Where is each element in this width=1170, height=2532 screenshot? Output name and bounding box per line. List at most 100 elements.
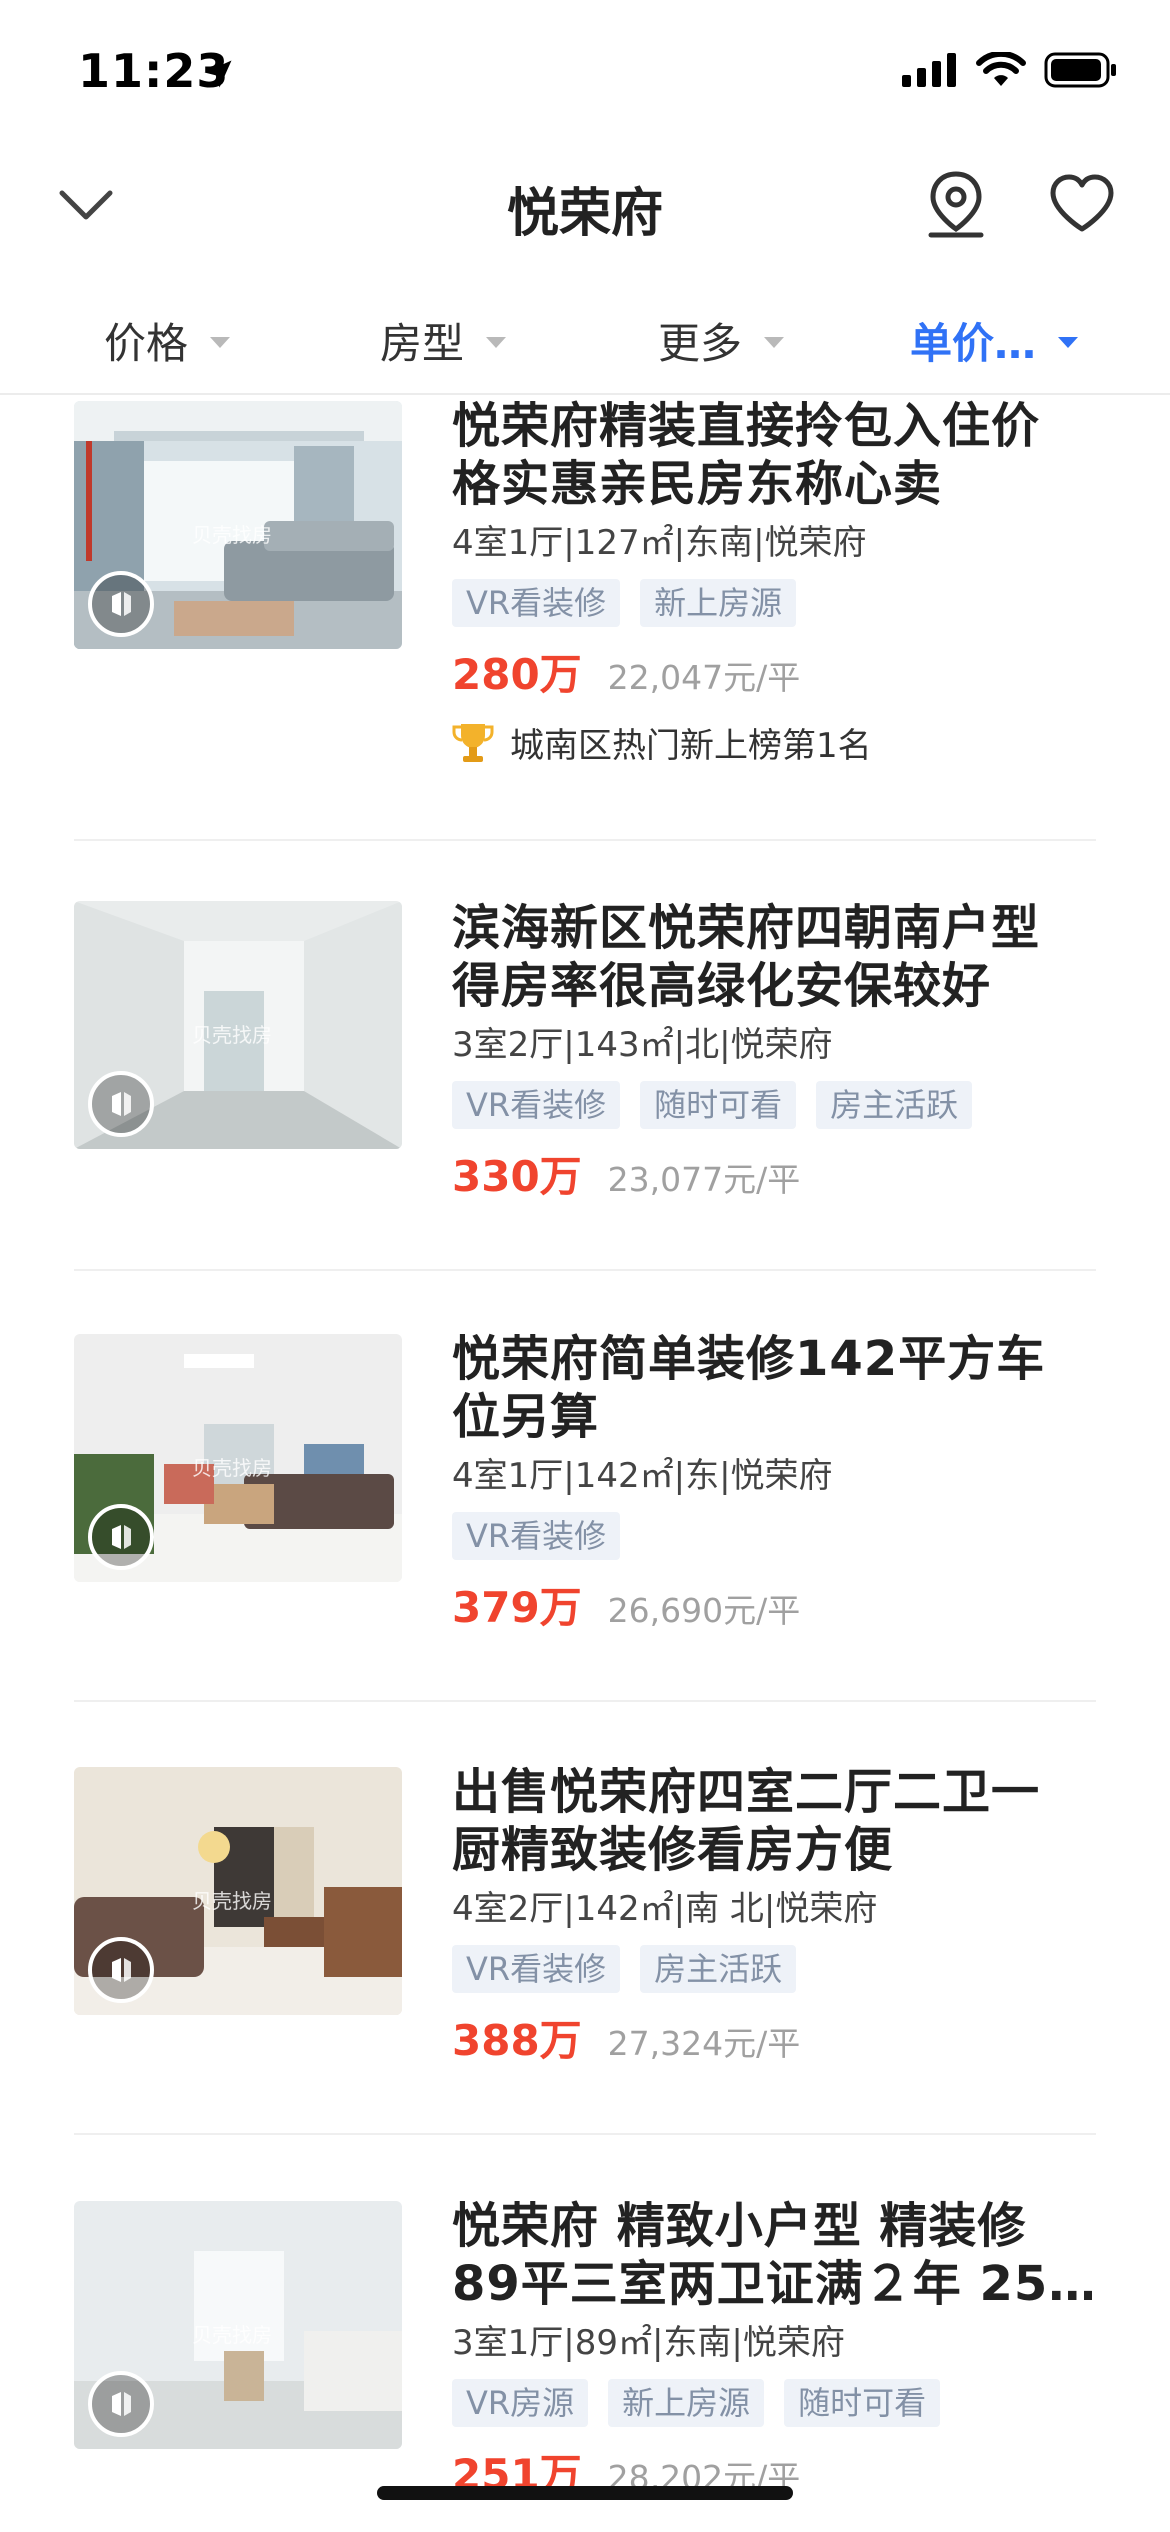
- tag: 随时可看: [640, 1081, 797, 1129]
- listing-tags: VR看装修 房主活跃: [452, 1945, 1092, 1993]
- signal-icon: [902, 53, 956, 87]
- status-indicators: [902, 52, 1118, 88]
- ranking-badge[interactable]: 城南区热门新上榜第1名: [452, 718, 1092, 767]
- listing-meta: 4室2厅|142㎡|南 北|悦荣府: [452, 1889, 878, 1929]
- filter-price[interactable]: 价格: [104, 310, 231, 371]
- listing-title[interactable]: 滨海新区悦荣府四朝南户型 得房率很高绿化安保较好: [452, 899, 1092, 1015]
- listing-meta: 3室1厅|89㎡|东南|悦荣府: [452, 2323, 845, 2363]
- dropdown-triangle-icon: [764, 337, 785, 348]
- listing-tags: VR房源 新上房源 随时可看: [452, 2379, 1092, 2427]
- total-price: 280万: [452, 650, 582, 699]
- map-pin-icon[interactable]: [925, 169, 987, 241]
- listing-tags: VR看装修 新上房源: [452, 579, 1092, 627]
- battery-icon: [1044, 52, 1116, 88]
- listing-info: 悦荣府简单装修142平方车 位另算 4室1厅|142㎡|东|悦荣府 VR看装修 …: [452, 1330, 1092, 1635]
- trophy-icon: [452, 723, 494, 762]
- vr-icon[interactable]: [88, 2371, 154, 2437]
- title-line: 滨海新区悦荣府四朝南户型: [452, 900, 1041, 956]
- watermark: 贝壳找房: [192, 1456, 272, 1480]
- filter-more[interactable]: 更多: [658, 310, 785, 371]
- unit-price: 26,690元/平: [607, 1591, 801, 1630]
- home-indicator[interactable]: [377, 2486, 793, 2500]
- tag: VR看装修: [452, 1081, 621, 1129]
- listing-info: 悦荣府精装直接拎包入住价 格实惠亲民房东称心卖 4室1厅|127㎡|东南|悦荣府…: [452, 397, 1092, 767]
- tag: 房主活跃: [816, 1081, 973, 1129]
- vr-icon[interactable]: [88, 1071, 154, 1137]
- total-price: 388万: [452, 2016, 582, 2065]
- filter-label: 价格: [104, 319, 189, 368]
- heart-icon[interactable]: [1048, 173, 1116, 235]
- vr-icon[interactable]: [88, 571, 154, 637]
- page-title: 悦荣府: [506, 184, 663, 244]
- nav-bar: 悦荣府: [0, 145, 1170, 265]
- title-line: 出售悦荣府四室二厅二卫一: [452, 1764, 1041, 1820]
- tag: VR房源: [452, 2379, 589, 2427]
- total-price: 379万: [452, 1583, 582, 1632]
- title-line: 厨精致装修看房方便: [452, 1822, 894, 1878]
- listing-photo[interactable]: 贝壳找房: [74, 1334, 402, 1582]
- title-line: 位另算: [452, 1389, 600, 1445]
- watermark: 贝壳找房: [192, 523, 272, 547]
- tag: VR看装修: [452, 1512, 621, 1560]
- listing-info: 出售悦荣府四室二厅二卫一 厨精致装修看房方便 4室2厅|142㎡|南 北|悦荣府…: [452, 1763, 1092, 2068]
- ranking-text: 城南区热门新上榜第1名: [510, 726, 872, 766]
- total-price: 330万: [452, 1152, 582, 1201]
- tag: 新上房源: [640, 579, 797, 627]
- listing-tags: VR看装修 随时可看 房主活跃: [452, 1081, 1092, 1129]
- listing-meta: 4室1厅|142㎡|东|悦荣府: [452, 1456, 833, 1496]
- unit-price: 22,047元/平: [607, 658, 801, 697]
- divider: [74, 839, 1096, 841]
- title-line: 89平三室两卫证满２年 25…: [452, 2256, 1092, 2312]
- filter-bar: 价格 房型 更多 单价…: [0, 290, 1170, 395]
- title-line: 得房率很高绿化安保较好: [452, 958, 992, 1014]
- listing-photo[interactable]: 贝壳找房: [74, 401, 402, 649]
- price-row: 379万 26,690元/平: [452, 1574, 1092, 1635]
- listing-photo[interactable]: 贝壳找房: [74, 2201, 402, 2449]
- filter-sort-unit-price[interactable]: 单价…: [910, 310, 1079, 371]
- status-bar: 11:23: [0, 0, 1170, 145]
- location-arrow-icon: [204, 60, 232, 88]
- vr-icon[interactable]: [88, 1937, 154, 2003]
- tag: 新上房源: [608, 2379, 765, 2427]
- price-row: 280万 22,047元/平: [452, 641, 1092, 702]
- tag: VR看装修: [452, 1945, 621, 1993]
- title-line: 悦荣府简单装修142平方车: [452, 1331, 1046, 1387]
- listing-meta: 3室2厅|143㎡|北|悦荣府: [452, 1025, 833, 1065]
- filter-label: 单价…: [910, 319, 1037, 368]
- price-row: 330万 23,077元/平: [452, 1143, 1092, 1204]
- listing-meta: 4室1厅|127㎡|东南|悦荣府: [452, 523, 867, 563]
- listing-info: 悦荣府 精致小户型 精装修 89平三室两卫证满２年 25… 3室1厅|89㎡|东…: [452, 2197, 1092, 2502]
- filter-label: 房型: [380, 319, 465, 368]
- title-line: 格实惠亲民房东称心卖: [452, 456, 943, 512]
- tag: VR看装修: [452, 579, 621, 627]
- wifi-icon: [976, 52, 1026, 86]
- watermark: 贝壳找房: [192, 1023, 272, 1047]
- divider: [74, 2133, 1096, 2135]
- divider: [74, 1700, 1096, 1702]
- unit-price: 23,077元/平: [607, 1160, 801, 1199]
- listing-list[interactable]: 贝壳找房 悦荣府精装直接拎包入住价 格实惠亲民房东称心卖 4室1厅|127㎡|东…: [0, 397, 1170, 2532]
- vr-icon[interactable]: [88, 1504, 154, 1570]
- listing-tags: VR看装修: [452, 1512, 1092, 1560]
- title-line: 悦荣府 精致小户型 精装修: [452, 2198, 1027, 2254]
- listing-photo[interactable]: 贝壳找房: [74, 1767, 402, 2015]
- unit-price: 27,324元/平: [607, 2024, 801, 2063]
- listing-title[interactable]: 悦荣府简单装修142平方车 位另算: [452, 1330, 1092, 1446]
- listing-info: 滨海新区悦荣府四朝南户型 得房率很高绿化安保较好 3室2厅|143㎡|北|悦荣府…: [452, 899, 1092, 1204]
- filter-label: 更多: [658, 319, 743, 368]
- dropdown-triangle-icon: [210, 337, 231, 348]
- price-row: 388万 27,324元/平: [452, 2007, 1092, 2068]
- listing-title[interactable]: 出售悦荣府四室二厅二卫一 厨精致装修看房方便: [452, 1763, 1092, 1879]
- listing-photo[interactable]: 贝壳找房: [74, 901, 402, 1149]
- dropdown-triangle-icon: [1058, 337, 1079, 348]
- tag: 随时可看: [784, 2379, 941, 2427]
- watermark: 贝壳找房: [192, 1889, 272, 1913]
- dropdown-triangle-icon: [486, 337, 507, 348]
- divider: [74, 1269, 1096, 1271]
- listing-title[interactable]: 悦荣府精装直接拎包入住价 格实惠亲民房东称心卖: [452, 397, 1092, 513]
- watermark: 贝壳找房: [192, 2323, 272, 2347]
- tag: 房主活跃: [640, 1945, 797, 1993]
- filter-layout[interactable]: 房型: [380, 310, 507, 371]
- title-line: 悦荣府精装直接拎包入住价: [452, 398, 1041, 454]
- listing-title[interactable]: 悦荣府 精致小户型 精装修 89平三室两卫证满２年 25…: [452, 2197, 1092, 2313]
